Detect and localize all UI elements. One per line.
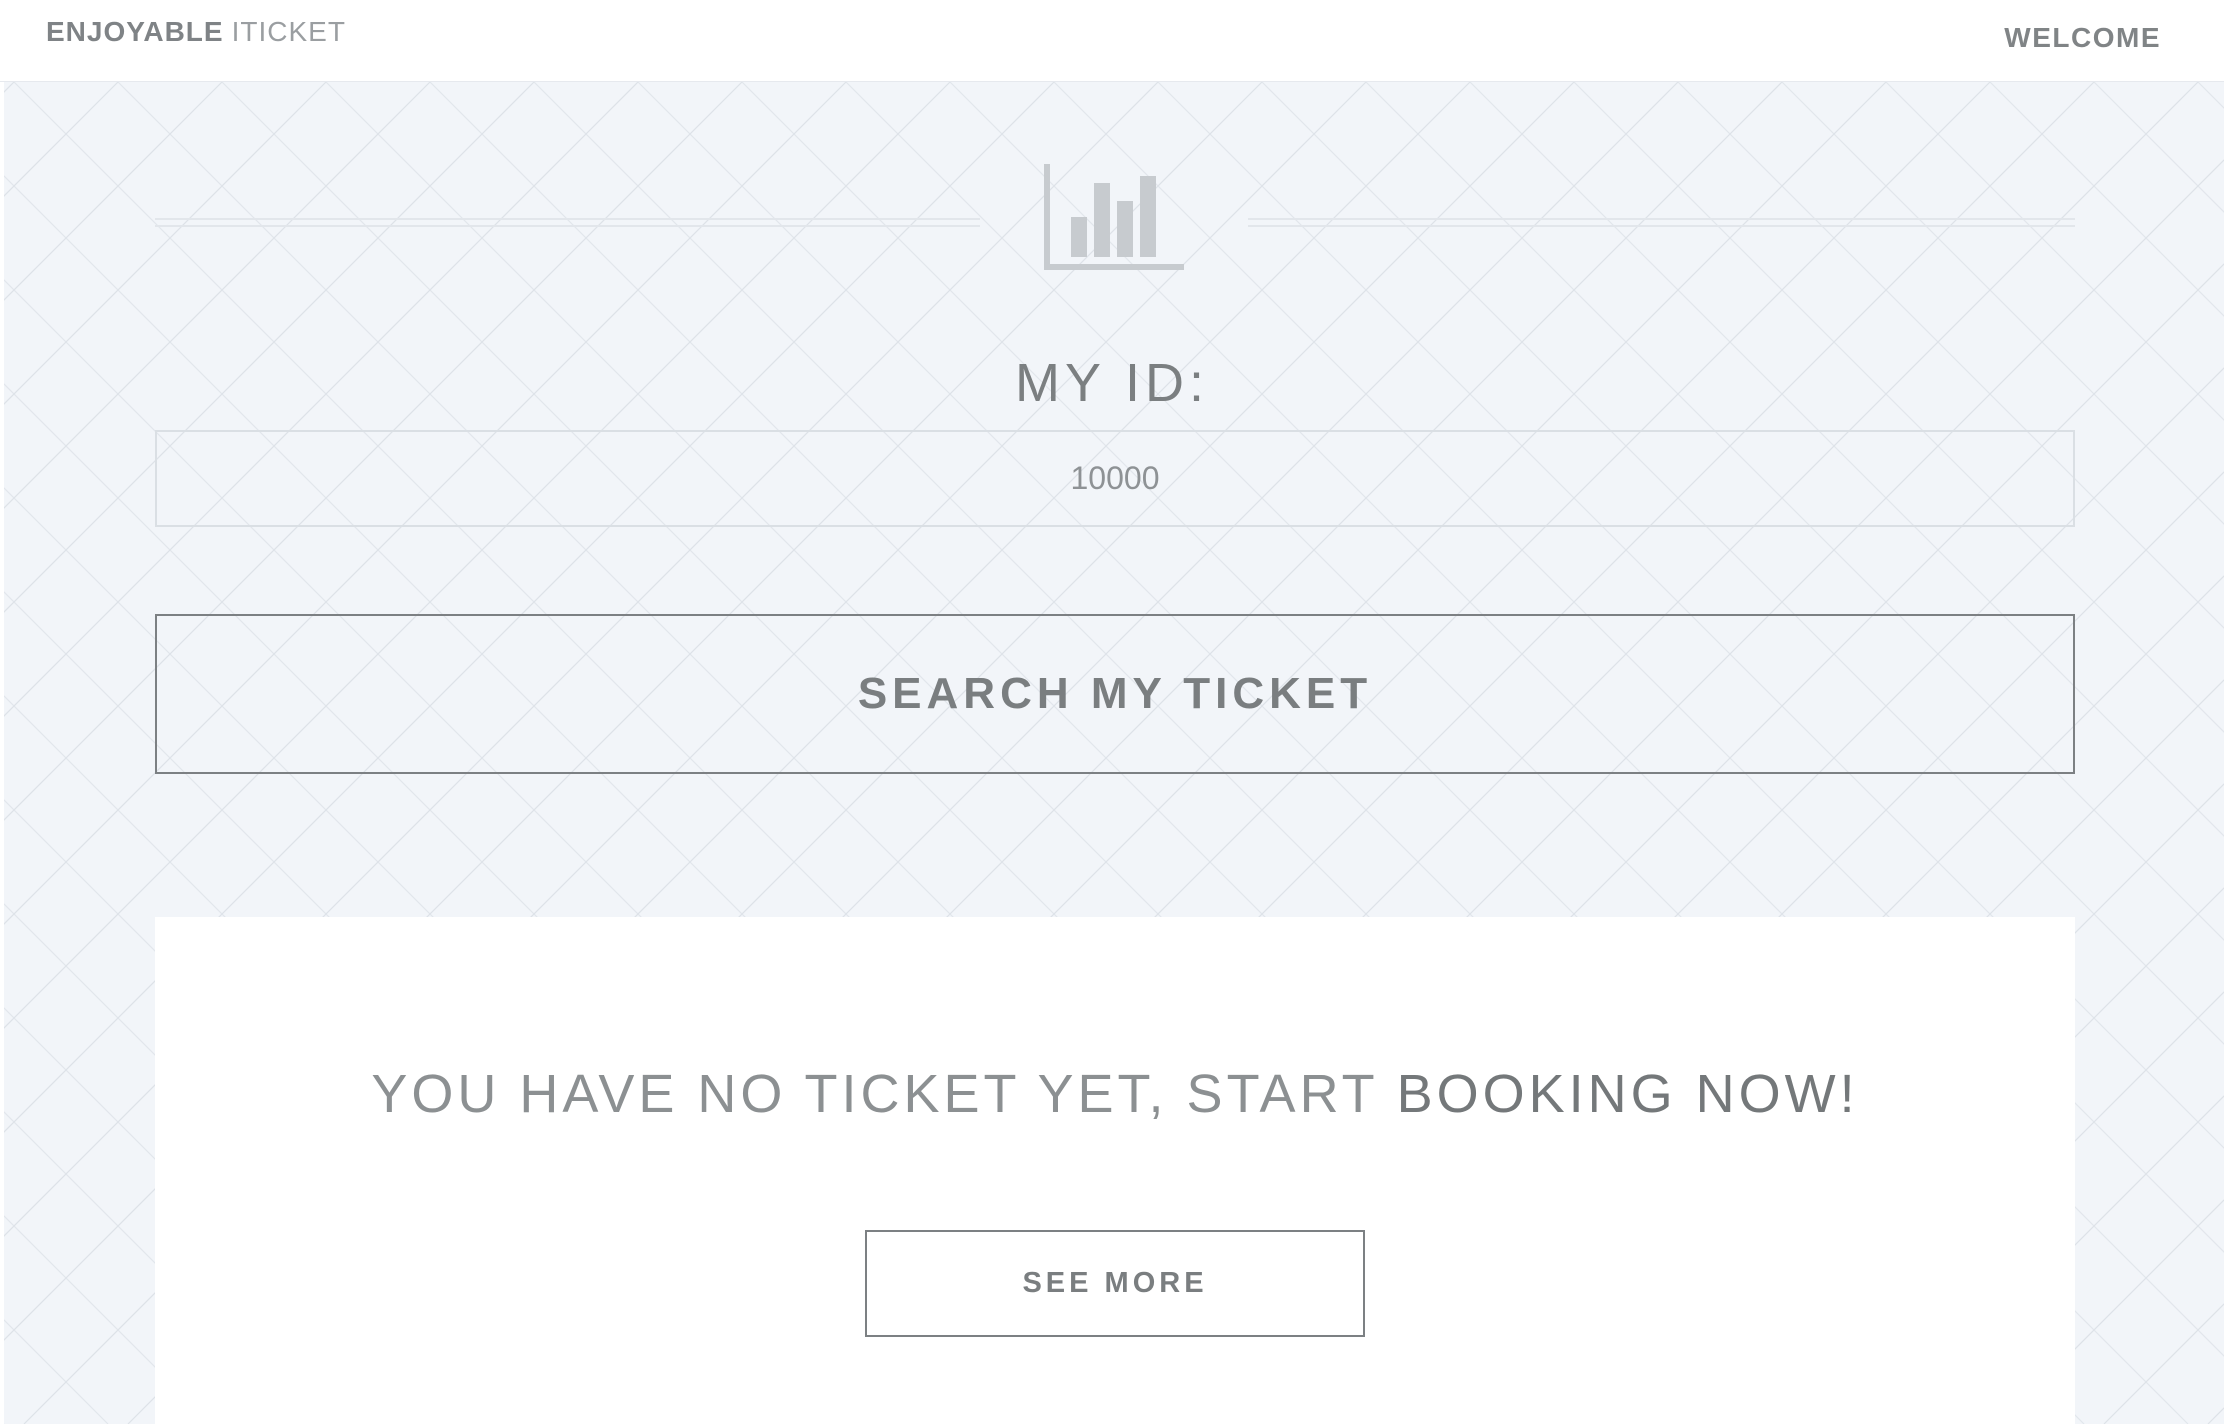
my-id-label: MY ID: [1014, 353, 1210, 413]
id-input[interactable] [155, 430, 2075, 527]
divider-right [1248, 218, 2075, 227]
brand-logo[interactable]: ENJOYABLE ITICKET [46, 16, 346, 48]
see-more-button[interactable]: SEE MORE [865, 1230, 1365, 1337]
ticket-card: YOU HAVE NO TICKET YET, START BOOKING NO… [155, 917, 2075, 1424]
pattern-line [2103, 1303, 2224, 1424]
no-ticket-message: YOU HAVE NO TICKET YET, START BOOKING NO… [155, 1063, 2075, 1125]
top-navbar: ENJOYABLE ITICKET WELCOME [0, 0, 2224, 82]
no-ticket-message-prefix: YOU HAVE NO TICKET YET, START [371, 1064, 1397, 1124]
pattern-line [4, 1319, 109, 1424]
brand-name-bold: ENJOYABLE [46, 16, 224, 47]
search-ticket-button[interactable]: SEARCH MY TICKET [155, 614, 2075, 774]
booking-now-emphasis: BOOKING NOW! [1396, 1064, 1859, 1124]
pattern-line [2207, 1407, 2224, 1424]
welcome-link[interactable]: WELCOME [2004, 22, 2161, 54]
brand-name-light: ITICKET [231, 16, 346, 47]
divider-left [155, 218, 980, 227]
bar-chart-icon [1042, 164, 1186, 277]
pattern-line [4, 82, 15, 93]
